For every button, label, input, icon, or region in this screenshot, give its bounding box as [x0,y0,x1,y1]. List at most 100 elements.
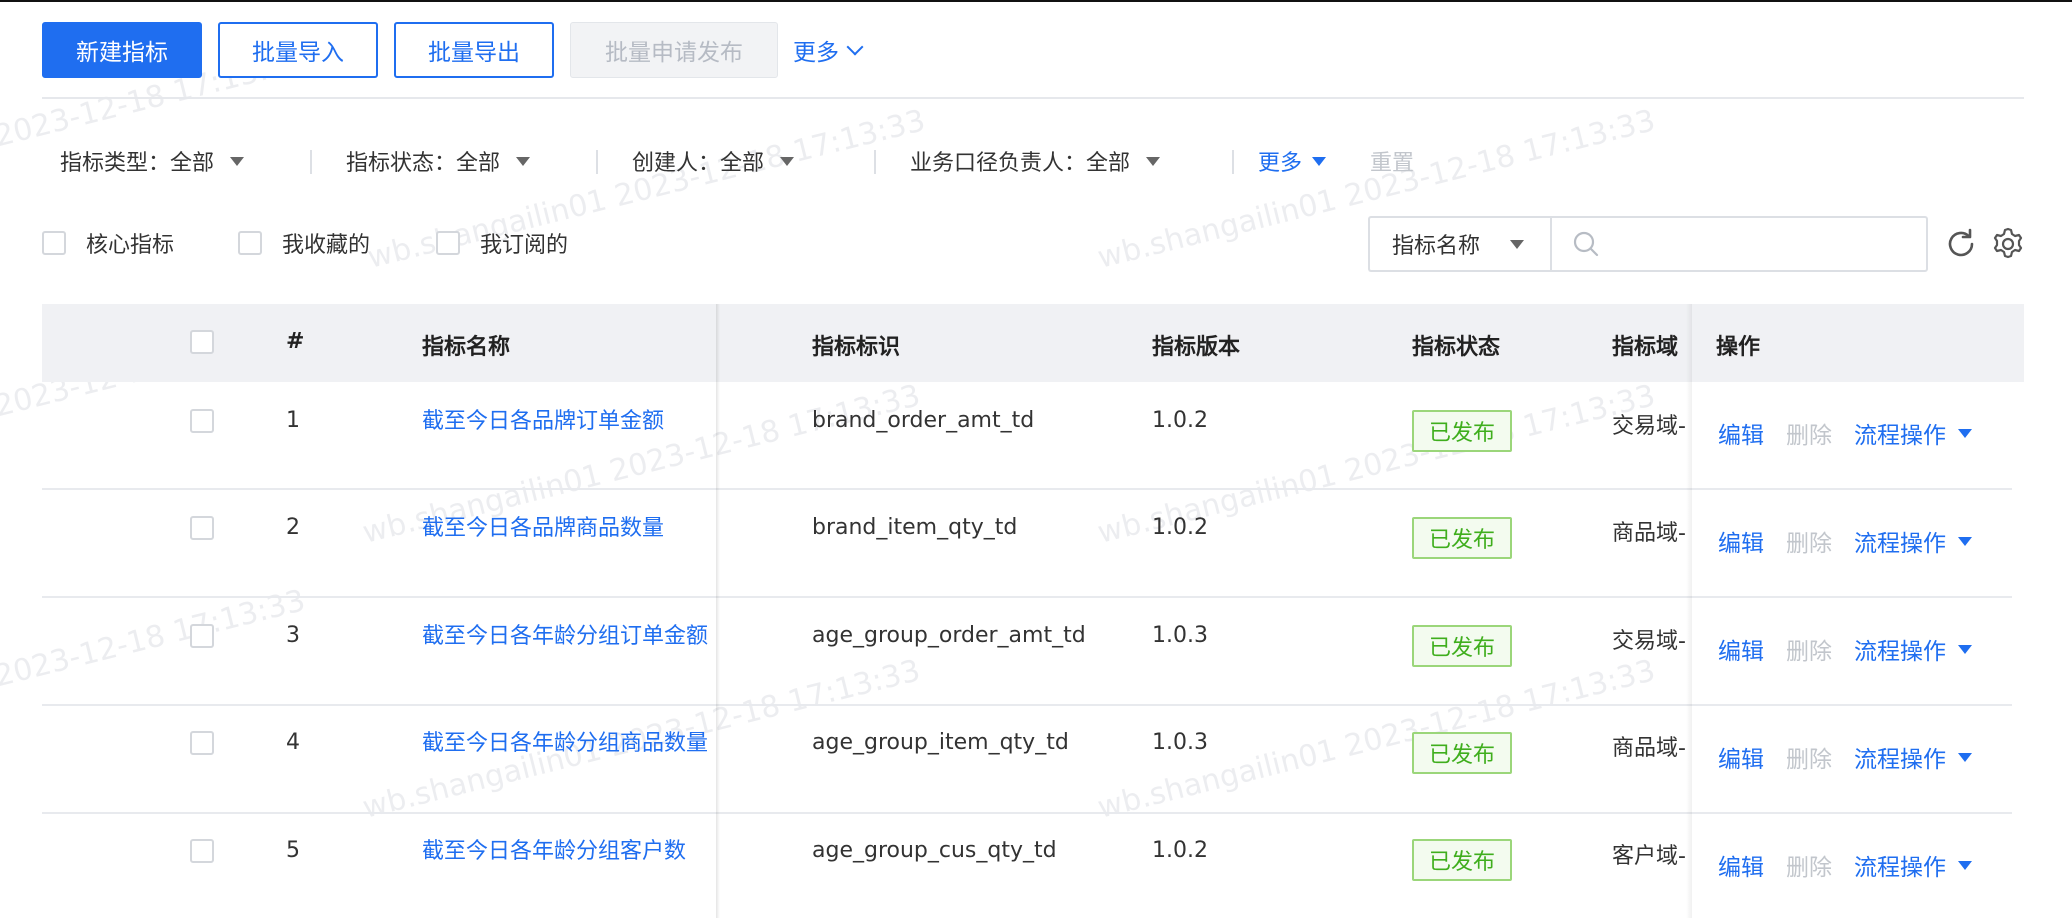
metric-domain: 商品域- [1612,521,1686,546]
select-all-checkbox[interactable] [190,330,214,354]
col-ops-header: 操作 [1716,335,1761,360]
edit-link[interactable]: 编辑 [1718,416,1764,450]
divider [1692,704,2012,706]
metric-name-link[interactable]: 截至今日各年龄分组订单金额 [422,622,712,651]
metric-name-link[interactable]: 截至今日各年龄分组客户数 [422,837,712,866]
status-badge: 已发布 [1412,732,1512,774]
delete-link[interactable]: 删除 [1786,632,1832,666]
col-version-header: 指标版本 [1152,335,1241,360]
metric-code: age_group_cus_qty_td [812,838,1057,863]
batch-publish-button[interactable]: 批量申请发布 [570,22,778,78]
checkbox-favorites[interactable]: 我收藏的 [238,227,370,259]
flow-actions-link[interactable]: 流程操作 [1854,524,1946,558]
col-code-header: 指标标识 [812,335,901,360]
search-field-select[interactable]: 指标名称 [1368,216,1551,272]
filter-type[interactable]: 指标类型：全部 [60,145,245,177]
row-checkbox[interactable] [190,624,214,648]
status-badge: 已发布 [1412,410,1512,452]
checkbox[interactable] [238,231,262,255]
filter-status-label: 指标状态：全部 [346,151,501,176]
checkbox-subscribed[interactable]: 我订阅的 [436,227,568,259]
caret-down-icon [1146,156,1161,166]
more-actions-button[interactable]: 更多 [793,22,893,78]
filter-creator[interactable]: 创建人：全部 [632,145,795,177]
edit-link[interactable]: 编辑 [1718,740,1764,774]
reset-label: 重置 [1370,151,1415,176]
filter-owner[interactable]: 业务口径负责人：全部 [910,145,1161,177]
filter-more[interactable]: 更多 [1258,145,1327,177]
caret-down-icon [1312,156,1327,166]
metric-name-link[interactable]: 截至今日各年龄分组商品数量 [422,729,712,758]
edit-link[interactable]: 编辑 [1718,848,1764,882]
metric-domain: 交易域- [1612,414,1686,439]
caret-down-icon [1958,644,1972,654]
caret-down-icon [1958,860,1972,870]
row-checkbox[interactable] [190,731,214,755]
row-operations: 编辑 删除 流程操作 [1718,524,1972,558]
row-operations: 编辑 删除 流程操作 [1718,416,1972,450]
row-operations: 编辑 删除 流程操作 [1718,632,1972,666]
divider [1232,150,1234,174]
divider [1692,596,2012,598]
row-checkbox[interactable] [190,839,214,863]
caret-down-icon [780,156,795,166]
row-index: 1 [286,408,300,433]
metric-version: 1.0.3 [1152,730,1208,755]
metric-version: 1.0.2 [1152,408,1208,433]
col-domain-header: 指标域 [1612,335,1679,360]
gear-icon[interactable] [1990,226,2026,262]
filter-creator-label: 创建人：全部 [632,151,765,176]
filter-owner-label: 业务口径负责人：全部 [910,151,1131,176]
divider [1692,812,2012,814]
delete-link[interactable]: 删除 [1786,416,1832,450]
row-checkbox[interactable] [190,516,214,540]
operations-panel [1692,304,2024,918]
flow-actions-link[interactable]: 流程操作 [1854,416,1946,450]
delete-link[interactable]: 删除 [1786,740,1832,774]
checkbox-core[interactable]: 核心指标 [42,227,174,259]
fixed-column-shadow [716,304,720,918]
delete-link[interactable]: 删除 [1786,524,1832,558]
more-actions-label: 更多 [793,40,839,66]
caret-down-icon [1958,752,1972,762]
batch-import-button[interactable]: 批量导入 [218,22,378,78]
edit-link[interactable]: 编辑 [1718,524,1764,558]
row-index: 3 [286,623,300,648]
metric-version: 1.0.2 [1152,838,1208,863]
divider [310,150,312,174]
row-index: 2 [286,515,300,540]
row-checkbox[interactable] [190,409,214,433]
status-badge: 已发布 [1412,517,1512,559]
refresh-icon[interactable] [1943,226,1979,262]
row-operations: 编辑 删除 流程操作 [1718,848,1972,882]
metric-domain: 交易域- [1612,629,1686,654]
metric-version: 1.0.3 [1152,623,1208,648]
batch-export-button[interactable]: 批量导出 [394,22,554,78]
metric-name-link[interactable]: 截至今日各品牌订单金额 [422,407,712,436]
divider [1692,488,2012,490]
flow-actions-link[interactable]: 流程操作 [1854,740,1946,774]
search-input[interactable] [1550,216,1928,272]
checkbox-subscribed-label: 我订阅的 [480,233,569,258]
divider [42,97,2024,99]
checkbox[interactable] [436,231,460,255]
filter-type-label: 指标类型：全部 [60,151,215,176]
checkbox-favorites-label: 我收藏的 [282,233,371,258]
metric-code: brand_item_qty_td [812,515,1018,540]
filter-status[interactable]: 指标状态：全部 [346,145,531,177]
new-metric-button[interactable]: 新建指标 [42,22,202,78]
checkbox[interactable] [42,231,66,255]
metric-name-link[interactable]: 截至今日各品牌商品数量 [422,514,712,543]
checkbox-core-label: 核心指标 [86,233,175,258]
metric-version: 1.0.2 [1152,515,1208,540]
search-field-label: 指标名称 [1392,234,1481,259]
delete-link[interactable]: 删除 [1786,848,1832,882]
divider [596,150,598,174]
reset-button[interactable]: 重置 [1370,145,1414,177]
flow-actions-link[interactable]: 流程操作 [1854,632,1946,666]
flow-actions-link[interactable]: 流程操作 [1854,848,1946,882]
status-badge: 已发布 [1412,839,1512,881]
caret-down-icon [1958,536,1972,546]
edit-link[interactable]: 编辑 [1718,632,1764,666]
row-index: 5 [286,838,300,863]
